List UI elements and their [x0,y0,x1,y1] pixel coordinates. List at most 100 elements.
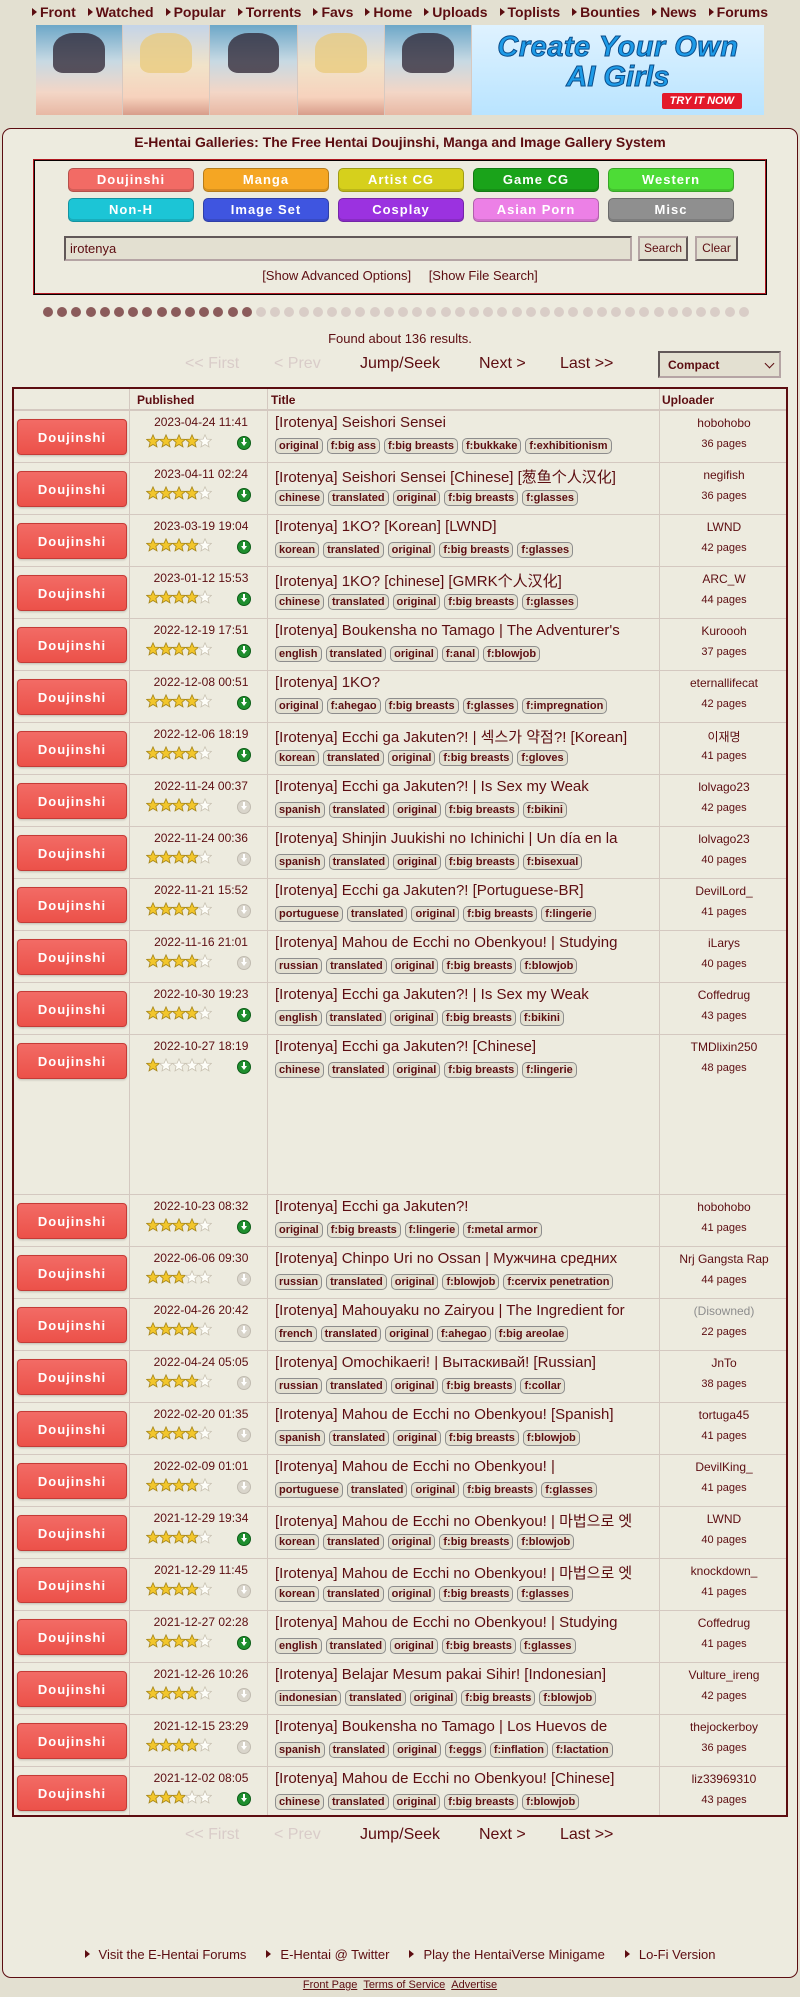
gallery-title[interactable]: [Irotenya] Omochikaeri! | Вытаскивай! [R… [275,1354,657,1371]
tag-chip[interactable]: original [390,1378,439,1394]
tag-chip[interactable]: f:big breasts [439,750,514,766]
tag-chip[interactable]: f:big areolae [494,1326,569,1342]
gallery-title[interactable]: [Irotenya] Ecchi ga Jakuten?! | Is Sex m… [275,778,657,795]
tag-chip[interactable]: f:ahegao [436,1326,491,1342]
category-filter-artist-cg[interactable]: Artist CG [338,168,464,192]
nav-link-news[interactable]: News [652,4,697,20]
tag-chip[interactable]: translated [323,1586,384,1602]
search-input[interactable] [64,236,632,261]
tag-chip[interactable]: f:anal [441,646,480,662]
tag-chip[interactable]: f:big breasts [463,906,538,922]
tag-chip[interactable]: translated [325,1010,387,1026]
category-badge-doujinshi[interactable]: Doujinshi [17,1515,127,1551]
gallery-title[interactable]: [Irotenya] Boukensha no Tamago | Los Hue… [275,1718,657,1735]
gallery-title[interactable]: [Irotenya] Shinjin Juukishi no Ichinichi… [275,830,657,847]
nav-link-favs[interactable]: Favs [313,4,353,20]
uploader-name[interactable]: JnTo [662,1356,786,1370]
category-filter-asian-porn[interactable]: Asian Porn [473,198,599,222]
banner-ad-text[interactable]: Create Your Own AI Girls TRY IT NOW [472,25,764,115]
tag-chip[interactable]: f:blowjob [539,1690,597,1706]
category-filter-manga[interactable]: Manga [203,168,329,192]
category-badge-doujinshi[interactable]: Doujinshi [17,1307,127,1343]
gallery-title[interactable]: [Irotenya] Mahou de Ecchi no Obenkyou! [… [275,1406,657,1423]
prev-page-link[interactable]: < Prev [274,1826,321,1844]
category-badge-doujinshi[interactable]: Doujinshi [17,679,127,715]
gallery-title[interactable]: [Irotenya] Mahouyaku no Zairyou | The In… [275,1302,657,1319]
gallery-title[interactable]: [Irotenya] Mahou de Ecchi no Obenkyou! |… [275,934,657,951]
next-page-link[interactable]: Next > [479,355,526,373]
tag-chip[interactable]: russian [275,1274,323,1290]
uploader-name[interactable]: thejockerboy [662,1720,786,1734]
tag-chip[interactable]: f:bikini [522,802,567,818]
uploader-name[interactable]: tortuga45 [662,1408,786,1422]
gallery-title[interactable]: [Irotenya] Boukensha no Tamago | The Adv… [275,622,657,639]
tag-chip[interactable]: f:big breasts [439,542,514,558]
tag-chip[interactable]: f:big breasts [444,1062,519,1078]
uploader-name[interactable]: knockdown_ [662,1564,786,1578]
first-page-link[interactable]: << First [185,355,239,373]
tag-chip[interactable]: original [409,1690,458,1706]
tag-chip[interactable]: f:big breasts [461,1690,536,1706]
tag-chip[interactable]: portuguese [275,1482,343,1498]
category-filter-doujinshi[interactable]: Doujinshi [68,168,194,192]
uploader-name[interactable]: eternallifecat [662,676,786,690]
torrent-download-icon[interactable] [237,1792,251,1806]
tag-chip[interactable]: f:blowjob [442,1274,500,1290]
tag-chip[interactable]: translated [328,1742,390,1758]
tag-chip[interactable]: f:lingerie [522,1062,577,1078]
tag-chip[interactable]: translated [323,542,384,558]
tag-chip[interactable]: original [390,646,438,662]
category-filter-cosplay[interactable]: Cosplay [338,198,464,222]
tag-chip[interactable]: f:cervix penetration [503,1274,614,1290]
category-badge-doujinshi[interactable]: Doujinshi [17,523,127,559]
next-page-link[interactable]: Next > [479,1826,526,1844]
footer-link[interactable]: Lo-Fi Version [620,1947,721,1962]
display-mode-select[interactable]: Compact [658,351,781,378]
tag-chip[interactable]: english [275,1638,322,1654]
tag-chip[interactable]: original [393,854,441,870]
tag-chip[interactable]: f:glasses [462,698,519,714]
category-badge-doujinshi[interactable]: Doujinshi [17,1775,127,1811]
tag-chip[interactable]: chinese [275,1062,324,1078]
footer-link[interactable]: Visit the E-Hentai Forums [80,1947,252,1962]
tag-chip[interactable]: f:bukkake [461,438,522,454]
tag-chip[interactable]: f:collar [520,1378,566,1394]
tag-chip[interactable]: chinese [275,1794,324,1810]
gallery-title[interactable]: [Irotenya] Mahou de Ecchi no Obenkyou! | [275,1458,657,1475]
show-advanced-options-link[interactable]: [Show Advanced Options] [262,268,411,283]
tag-chip[interactable]: f:blowjob [522,1430,580,1446]
last-page-link[interactable]: Last >> [560,355,613,373]
uploader-name[interactable]: Vulture_ireng [662,1668,786,1682]
category-badge-doujinshi[interactable]: Doujinshi [17,627,127,663]
first-page-link[interactable]: << First [185,1826,239,1844]
gallery-title[interactable]: [Irotenya] Seishori Sensei [Chinese] [葱鱼… [275,466,657,487]
tag-chip[interactable]: spanish [275,1430,325,1446]
tag-chip[interactable]: original [390,958,439,974]
torrent-download-icon[interactable] [237,748,251,762]
tag-chip[interactable]: original [392,490,441,506]
tag-chip[interactable]: translated [345,1690,406,1706]
tag-chip[interactable]: f:gloves [517,750,568,766]
gallery-title[interactable]: [Irotenya] Mahou de Ecchi no Obenkyou! [… [275,1770,657,1787]
tag-chip[interactable]: translated [346,906,408,922]
category-badge-doujinshi[interactable]: Doujinshi [17,1043,127,1079]
tag-chip[interactable]: f:bisexual [522,854,583,870]
nav-link-popular[interactable]: Popular [165,4,226,20]
tag-chip[interactable]: french [275,1326,317,1342]
torrent-download-icon[interactable] [237,1220,251,1234]
tag-chip[interactable]: original [387,750,436,766]
tag-chip[interactable]: f:lactation [552,1742,613,1758]
tag-chip[interactable]: original [390,1638,438,1654]
uploader-name[interactable]: hobohobo [662,416,786,430]
gallery-title[interactable]: [Irotenya] Ecchi ga Jakuten?! | Is Sex m… [275,986,657,1003]
gallery-title[interactable]: [Irotenya] Belajar Mesum pakai Sihir! [I… [275,1666,657,1683]
footer-link[interactable]: Play the HentaiVerse Minigame [404,1947,609,1962]
jump-seek-link[interactable]: Jump/Seek [360,1826,440,1844]
nav-link-front[interactable]: Front [32,4,76,20]
uploader-name[interactable]: LWND [662,1512,786,1526]
tag-chip[interactable]: f:lingerie [404,1222,460,1238]
gallery-title[interactable]: [Irotenya] 1KO? [275,674,657,691]
gallery-title[interactable]: [Irotenya] Mahou de Ecchi no Obenkyou! |… [275,1562,657,1583]
category-badge-doujinshi[interactable]: Doujinshi [17,1463,127,1499]
category-badge-doujinshi[interactable]: Doujinshi [17,1255,127,1291]
